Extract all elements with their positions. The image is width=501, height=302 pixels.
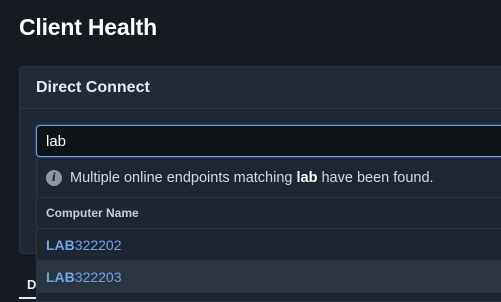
result-match: LAB bbox=[46, 268, 75, 285]
direct-connect-search-input[interactable] bbox=[36, 125, 501, 157]
info-suffix: have been found. bbox=[317, 169, 434, 186]
client-health-page: Client Health Direct Connect D i Multipl… bbox=[0, 0, 501, 302]
computer-name-column-header: Computer Name bbox=[37, 198, 501, 229]
card-header: Direct Connect bbox=[20, 67, 501, 109]
info-text: Multiple online endpoints matching lab h… bbox=[70, 170, 434, 186]
tab-partial-label[interactable]: D bbox=[27, 277, 36, 292]
result-rest: 322202 bbox=[74, 236, 122, 253]
result-row-highlighted[interactable]: LAB 322203 bbox=[37, 261, 501, 293]
info-icon: i bbox=[46, 169, 62, 186]
page-title: Client Health bbox=[19, 14, 157, 40]
info-message: i Multiple online endpoints matching lab… bbox=[37, 158, 501, 198]
result-rest: 322203 bbox=[74, 268, 122, 285]
info-prefix: Multiple online endpoints matching bbox=[70, 169, 297, 186]
autocomplete-dropdown: i Multiple online endpoints matching lab… bbox=[36, 158, 501, 302]
card-title: Direct Connect bbox=[36, 79, 150, 96]
result-match: LAB bbox=[46, 236, 75, 253]
result-row[interactable]: LAB 322202 bbox=[37, 229, 501, 261]
info-search-term: lab bbox=[296, 169, 318, 186]
